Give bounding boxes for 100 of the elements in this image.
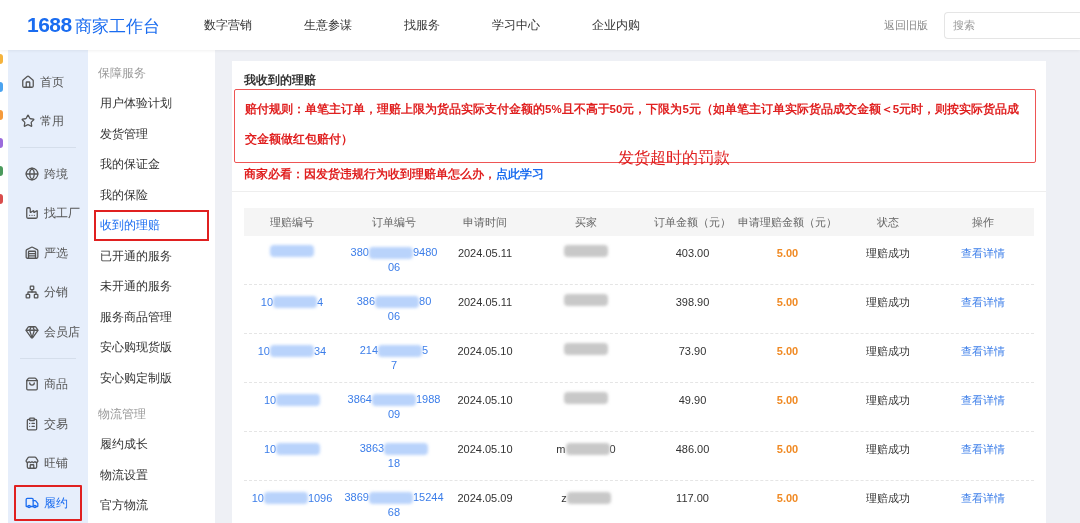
redaction-blur — [270, 245, 314, 257]
status-cell-text: 理赔成功 — [864, 295, 911, 310]
redaction-blur — [564, 343, 608, 355]
sub-nav-item[interactable]: 我的保证金 — [94, 149, 209, 180]
clipboard-icon — [25, 416, 39, 431]
amount-cell-text: 486.00 — [674, 442, 711, 457]
nav-item[interactable]: 跨境 — [12, 154, 84, 194]
amount-cell-text: 117.00 — [675, 491, 710, 506]
claim-amount-cell-text: 5.00 — [775, 246, 800, 261]
order-number-link[interactable]: 3863 18 — [359, 441, 429, 471]
nav-item[interactable]: 分销 — [12, 272, 84, 312]
sub-nav-item[interactable]: 物流设置 — [94, 459, 209, 490]
view-details-link[interactable]: 查看详情 — [961, 392, 1005, 409]
redaction-blur — [378, 344, 423, 357]
top-menu-item[interactable]: 数字营销 — [199, 16, 257, 34]
order-number-link[interactable]: 3864 1988 09 — [347, 392, 441, 422]
bag-icon — [25, 377, 39, 392]
order-number-link[interactable]: 380 9480 06 — [350, 245, 438, 275]
buyer-text: m — [556, 442, 566, 457]
redaction-blur — [564, 392, 608, 404]
sub-nav-item[interactable]: 用户体验计划 — [94, 88, 209, 119]
star-icon — [21, 114, 35, 129]
column-header: 理赔编号 — [269, 214, 315, 230]
status-cell-text: 理赔成功 — [864, 344, 911, 359]
buyer-text: 0 — [609, 442, 616, 457]
nav-item[interactable]: 严选 — [12, 233, 84, 273]
merchant-tip: 商家必看：因发货违规行为收到理赔单怎么办，点此学习 — [244, 166, 545, 182]
column-header: 申请时间 — [462, 214, 508, 230]
claim-number-link[interactable]: 10 34 — [257, 343, 327, 360]
nav-item[interactable]: 首页 — [8, 62, 88, 102]
compensation-rule: 赔付规则：单笔主订单，理赔上限为货品实际支付金额的5%且不高于50元，下限为5元（如单笔主订单实际货品成交金额＜5元时，则按实际货品成交金额做红包赔付） — [245, 101, 1021, 148]
nav-item[interactable]: 商品 — [12, 364, 84, 404]
learn-link[interactable]: 点此学习 — [496, 168, 544, 180]
nav-item[interactable]: 旺铺 — [12, 443, 84, 483]
top-menu-item[interactable]: 企业内购 — [587, 16, 645, 34]
sub-nav-item[interactable]: 安心购现货版 — [94, 332, 209, 363]
date-cell-text: 2024.05.11 — [456, 295, 514, 310]
top-menu-item[interactable]: 找服务 — [399, 16, 445, 34]
amount-cell-text: 73.90 — [677, 344, 708, 359]
claim-number-link[interactable]: 10 1096 — [251, 490, 333, 507]
redaction-blur — [270, 345, 314, 358]
column-header: 订单金额（元） — [653, 214, 732, 230]
column-header: 申请理赔金额（元） — [737, 214, 838, 230]
old-version-link[interactable]: 返回旧版 — [884, 16, 928, 34]
claim-number-link[interactable]: 10 — [263, 441, 321, 458]
column-header: 状态 — [875, 214, 900, 230]
order-number-link[interactable]: 214 5 7 — [359, 343, 429, 373]
amount-cell-text: 403.00 — [674, 246, 711, 261]
app-edge-mark — [0, 166, 3, 176]
order-number-link[interactable]: 3869 15244 68 — [344, 490, 444, 520]
section-heading: 保障服务 — [98, 65, 147, 82]
redaction-blur — [273, 296, 318, 309]
section-heading: 物流管理 — [98, 406, 147, 423]
sub-nav-item[interactable]: 服务商品管理 — [94, 301, 209, 332]
nav-item[interactable]: 会员店 — [12, 312, 84, 352]
redaction-blur — [368, 246, 413, 259]
redaction-blur — [564, 294, 608, 306]
claim-number-link[interactable] — [270, 245, 314, 257]
amount-cell-text: 49.90 — [677, 393, 708, 408]
nav-item[interactable]: 履约 — [12, 483, 84, 523]
sub-nav-item[interactable]: 未开通的服务 — [94, 271, 209, 302]
building-icon — [25, 245, 39, 260]
status-cell-text: 理赔成功 — [864, 491, 911, 506]
view-details-link[interactable]: 查看详情 — [961, 245, 1005, 262]
sub-nav-item[interactable]: 收到的理赔 — [94, 210, 209, 241]
sub-nav-item[interactable]: 发货管理 — [94, 118, 209, 149]
sub-nav-item[interactable]: 我的保险 — [94, 179, 209, 210]
nav-item[interactable]: 交易 — [12, 404, 84, 444]
view-details-link[interactable]: 查看详情 — [961, 441, 1005, 458]
redaction-blur — [565, 443, 610, 456]
app-edge-mark — [0, 110, 3, 120]
store-icon — [25, 456, 39, 471]
top-menu-item[interactable]: 生意参谋 — [299, 16, 357, 34]
sub-nav-item[interactable]: 官方物流 — [94, 490, 209, 521]
app-edge-mark — [0, 194, 3, 204]
sub-nav-item[interactable]: 履约成长 — [94, 429, 209, 460]
claim-number-link[interactable]: 10 4 — [260, 294, 324, 311]
redaction-blur — [368, 491, 413, 504]
search-field[interactable]: 搜索 — [944, 11, 1080, 39]
nav-item[interactable]: 常用 — [8, 101, 88, 141]
column-header: 买家 — [574, 214, 598, 230]
nav-item[interactable]: 找工厂 — [12, 193, 84, 233]
view-details-link[interactable]: 查看详情 — [961, 294, 1005, 311]
claim-number-link[interactable]: 10 — [263, 392, 321, 409]
date-cell-text: 2024.05.10 — [456, 344, 514, 359]
app-edge-mark — [0, 138, 3, 148]
view-details-link[interactable]: 查看详情 — [961, 490, 1005, 507]
sub-nav-item[interactable]: 已开通的服务 — [94, 240, 209, 271]
buyer-text: z — [561, 491, 567, 506]
redaction-blur — [564, 245, 608, 257]
order-number-link[interactable]: 386 80 06 — [356, 294, 432, 324]
redaction-blur — [276, 443, 321, 456]
status-cell-text: 理赔成功 — [864, 442, 911, 457]
amount-cell-text: 398.90 — [674, 295, 711, 310]
top-menu-item[interactable]: 学习中心 — [487, 16, 545, 34]
claim-amount-cell-text: 5.00 — [775, 393, 800, 408]
sub-nav-item[interactable]: 安心购定制版 — [94, 362, 209, 393]
view-details-link[interactable]: 查看详情 — [961, 343, 1005, 360]
date-cell-text: 2024.05.11 — [456, 246, 514, 261]
redaction-blur — [276, 394, 321, 407]
